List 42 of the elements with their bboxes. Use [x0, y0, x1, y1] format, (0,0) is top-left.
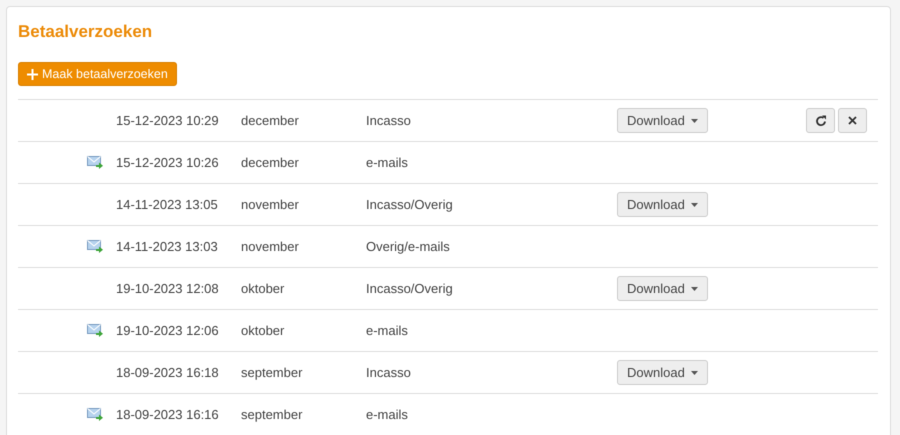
envelope-icon: [87, 156, 103, 169]
type-cell-text: Incasso/Overig: [366, 197, 454, 212]
date-cell-text: 14-11-2023 13:03: [116, 239, 219, 254]
type-cell-text: e-mails: [366, 323, 409, 338]
date-cell-text: 18-09-2023 16:16: [116, 407, 220, 422]
type-cell-text: e-mails: [366, 155, 409, 170]
type-cell-text: Incasso: [366, 113, 412, 128]
type-cell-text: e-mails: [366, 407, 409, 422]
page-title: Betaalverzoeken: [18, 21, 154, 43]
month-cell-text: november: [241, 197, 300, 212]
date-cell-text: 15-12-2023 10:29: [116, 113, 220, 128]
close-button[interactable]: [838, 108, 867, 133]
type-cell-text: Overig/e-mails: [366, 239, 451, 254]
plus-icon: [27, 68, 38, 80]
refresh-icon: [814, 114, 826, 126]
download-dropdown-button[interactable]: Download: [617, 360, 708, 385]
caret-icon: [690, 286, 698, 290]
month-cell-text: december: [241, 155, 300, 170]
month-cell-text: oktober: [241, 281, 286, 296]
date-cell-text: 14-11-2023 13:05: [116, 197, 219, 212]
date-cell-text: 19-10-2023 12:08: [116, 281, 220, 296]
month-cell-text: december: [241, 113, 300, 128]
envelope-icon: [87, 408, 103, 421]
download-dropdown-button[interactable]: Download: [617, 276, 708, 301]
download-dropdown-button[interactable]: Download: [617, 108, 708, 133]
month-cell-text: september: [241, 365, 304, 380]
caret-icon: [690, 118, 698, 122]
month-cell-text: november: [241, 239, 300, 254]
close-icon: [848, 116, 857, 125]
date-cell-text: 15-12-2023 10:26: [116, 155, 220, 170]
envelope-icon: [87, 240, 103, 253]
type-cell-text: Incasso/Overig: [366, 281, 454, 296]
type-cell-text: Incasso: [366, 365, 412, 380]
date-cell-text: 19-10-2023 12:06: [116, 323, 220, 338]
envelope-icon: [87, 324, 103, 337]
caret-icon: [690, 202, 698, 206]
refresh-button[interactable]: [806, 108, 835, 133]
month-cell-text: oktober: [241, 323, 286, 338]
month-cell-text: september: [241, 407, 304, 422]
caret-icon: [690, 370, 698, 374]
download-dropdown-button[interactable]: Download: [617, 192, 708, 217]
date-cell-text: 18-09-2023 16:18: [116, 365, 220, 380]
